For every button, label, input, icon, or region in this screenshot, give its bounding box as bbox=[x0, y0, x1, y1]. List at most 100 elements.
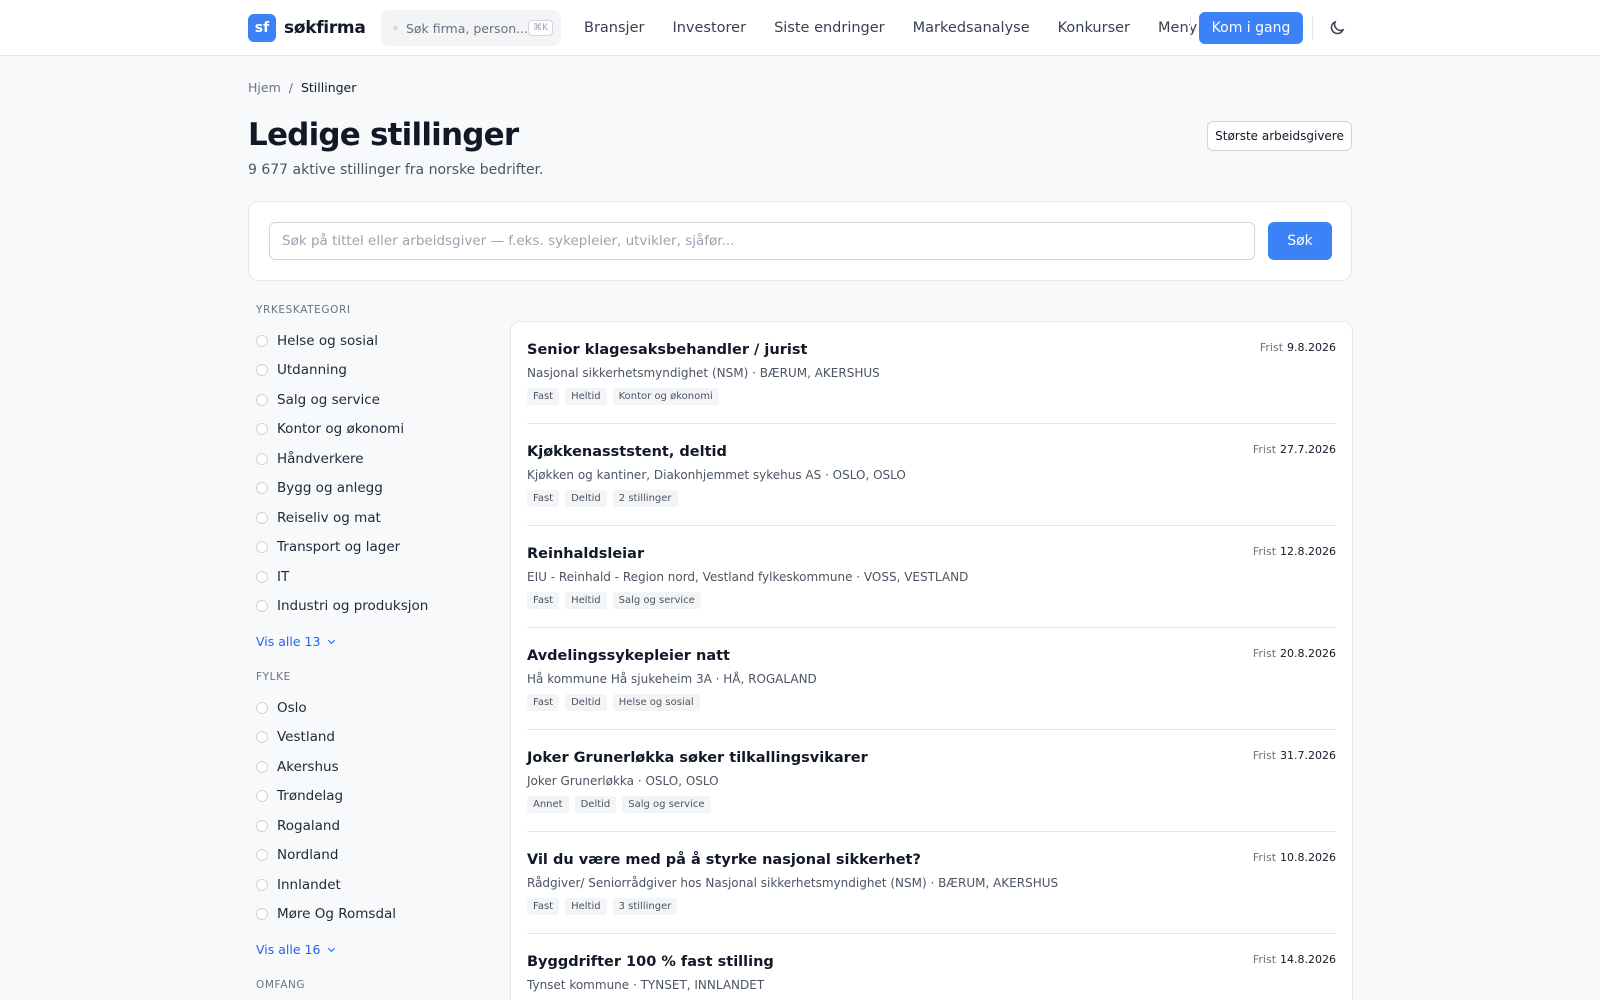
job-search-input[interactable] bbox=[269, 222, 1255, 260]
filter-group-category: Yrkeskategori Helse og sosial Utdanning Sa… bbox=[256, 304, 486, 651]
job-employer-location: Kjøkken og kantiner, Diakonhjemmet sykeh… bbox=[527, 468, 906, 482]
filter-option[interactable]: Akershus bbox=[256, 752, 486, 782]
deadline-date: 31.7.2026 bbox=[1280, 749, 1336, 762]
filter-option[interactable]: IT bbox=[256, 562, 486, 592]
show-all-counties-link[interactable]: Vis alle 16 bbox=[256, 939, 486, 959]
deadline-label: Frist bbox=[1252, 647, 1277, 660]
logo[interactable]: sf søkfirma bbox=[248, 14, 366, 42]
job-employer-location: Hå kommune Hå sjukeheim 3A · HÅ, ROGALAN… bbox=[527, 672, 817, 686]
job-employer-location: Nasjonal sikkerhetsmyndighet (NSM) · BÆR… bbox=[527, 366, 880, 380]
job-search-panel: Søk bbox=[248, 201, 1352, 281]
job-tag: 3 stillinger bbox=[612, 898, 678, 915]
nav-link-investorer[interactable]: Investorer bbox=[672, 20, 746, 36]
radio-button[interactable] bbox=[256, 452, 268, 465]
filter-option-label: Oslo bbox=[277, 699, 307, 716]
radio-button[interactable] bbox=[256, 600, 268, 613]
job-tag: Fast bbox=[527, 898, 560, 915]
filter-option[interactable]: Vestland bbox=[256, 723, 486, 753]
radio-button[interactable] bbox=[256, 790, 268, 803]
nav-link-bransjer[interactable]: Bransjer bbox=[584, 20, 644, 36]
keyboard-shortcut-badge: ⌘K bbox=[528, 20, 553, 36]
filter-option-label: Rogaland bbox=[277, 817, 341, 834]
radio-button[interactable] bbox=[256, 878, 268, 891]
filter-option[interactable]: Transport og lager bbox=[256, 533, 486, 563]
radio-button[interactable] bbox=[256, 849, 268, 862]
job-title[interactable]: Vil du være med på å styrke nasjonal sik… bbox=[527, 852, 921, 868]
breadcrumb: Hjem / Stillinger bbox=[248, 80, 356, 95]
filter-option[interactable]: Innlandet bbox=[256, 870, 486, 900]
filter-option-label: Akershus bbox=[277, 758, 339, 775]
chevron-down-icon bbox=[328, 947, 336, 952]
filter-option[interactable]: Kontor og økonomi bbox=[256, 415, 486, 445]
global-search-placeholder: Søk firma, person... bbox=[405, 20, 529, 36]
job-card[interactable]: Joker Grunerløkka søker tilkallingsvikar… bbox=[527, 730, 1336, 832]
logo-mark: sf bbox=[248, 14, 276, 42]
radio-button[interactable] bbox=[256, 511, 268, 524]
filter-option-label: Transport og lager bbox=[277, 539, 401, 556]
job-card[interactable]: Kjøkkenasststent, deltid Kjøkken og kanti… bbox=[527, 424, 1336, 526]
job-card[interactable]: Vil du være med på å styrke nasjonal sik… bbox=[527, 832, 1336, 934]
nav-link-siste-endringer[interactable]: Siste endringer bbox=[774, 20, 885, 36]
radio-button[interactable] bbox=[256, 701, 268, 714]
filter-option-label: Industri og produksjon bbox=[277, 598, 429, 615]
filter-option[interactable]: Håndverkere bbox=[256, 444, 486, 474]
job-title[interactable]: Reinhaldsleiar bbox=[527, 546, 644, 562]
filter-option-label: Innlandet bbox=[277, 876, 341, 893]
job-title[interactable]: Avdelingssykepleier natt bbox=[527, 648, 730, 664]
job-tag: Helse og sosial bbox=[612, 694, 700, 711]
job-deadline: Frist 20.8.2026 bbox=[1253, 647, 1336, 660]
filter-option[interactable]: Reiseliv og mat bbox=[256, 503, 486, 533]
breadcrumb-home[interactable]: Hjem bbox=[248, 80, 281, 95]
deadline-label: Frist bbox=[1259, 341, 1284, 354]
radio-button[interactable] bbox=[256, 393, 268, 406]
job-title[interactable]: Kjøkkenasststent, deltid bbox=[527, 444, 727, 460]
filter-option[interactable]: Helse og sosial bbox=[256, 326, 486, 356]
nav-link-markedsanalyse[interactable]: Markedsanalyse bbox=[913, 20, 1030, 36]
job-title[interactable]: Joker Grunerløkka søker tilkallingsvikar… bbox=[527, 750, 868, 766]
logo-text: søkfirma bbox=[284, 18, 366, 38]
top-employers-button[interactable]: Største arbeidsgivere bbox=[1207, 121, 1352, 151]
filter-option[interactable]: Oslo bbox=[256, 693, 486, 723]
job-employer-location: EIU - Reinhald - Region nord, Vestland f… bbox=[527, 570, 969, 584]
job-title[interactable]: Byggdrifter 100 % fast stilling bbox=[527, 954, 774, 970]
radio-button[interactable] bbox=[256, 570, 268, 583]
filter-option[interactable]: Salg og service bbox=[256, 385, 486, 415]
filter-option-label: Utdanning bbox=[277, 362, 348, 379]
filter-option[interactable]: Rogaland bbox=[256, 811, 486, 841]
job-deadline: Frist 10.8.2026 bbox=[1253, 851, 1336, 864]
moon-icon[interactable] bbox=[1328, 19, 1346, 37]
nav-link-konkurser[interactable]: Konkurser bbox=[1058, 20, 1130, 36]
radio-button[interactable] bbox=[256, 731, 268, 744]
job-card[interactable]: Avdelingssykepleier natt Hå kommune Hå sj… bbox=[527, 628, 1336, 730]
radio-button[interactable] bbox=[256, 364, 268, 377]
filter-option[interactable]: Bygg og anlegg bbox=[256, 474, 486, 504]
job-tag: Deltid bbox=[565, 694, 607, 711]
filter-option[interactable]: Utdanning bbox=[256, 356, 486, 386]
filter-option[interactable]: Industri og produksjon bbox=[256, 592, 486, 622]
job-card[interactable]: Byggdrifter 100 % fast stilling Tynset ko… bbox=[527, 934, 1336, 1000]
filter-option[interactable]: Trøndelag bbox=[256, 782, 486, 812]
filter-option-label: Håndverkere bbox=[277, 450, 364, 467]
radio-button[interactable] bbox=[256, 334, 268, 347]
show-all-categories-link[interactable]: Vis alle 13 bbox=[256, 631, 486, 651]
deadline-date: 9.8.2026 bbox=[1287, 341, 1336, 354]
filter-group-county: Fylke Oslo Vestland Akershus Trøndelag Rogal… bbox=[256, 671, 486, 959]
radio-button[interactable] bbox=[256, 541, 268, 554]
radio-button[interactable] bbox=[256, 908, 268, 921]
job-card[interactable]: Reinhaldsleiar EIU - Reinhald - Region no… bbox=[527, 526, 1336, 628]
filter-list: Oslo Vestland Akershus Trøndelag Rogaland Nor… bbox=[256, 693, 486, 929]
job-title[interactable]: Senior klagesaksbehandler / jurist bbox=[527, 342, 807, 358]
radio-button[interactable] bbox=[256, 482, 268, 495]
job-search-button[interactable]: Søk bbox=[1268, 222, 1332, 260]
job-tags: Fast Heltid 3 stillinger bbox=[527, 898, 678, 915]
job-tag: Salg og service bbox=[612, 592, 701, 609]
get-started-button[interactable]: Kom i gang bbox=[1199, 12, 1303, 44]
filter-option[interactable]: Nordland bbox=[256, 841, 486, 871]
radio-button[interactable] bbox=[256, 760, 268, 773]
global-search[interactable]: Søk firma, person... ⌘K bbox=[381, 10, 561, 46]
divider bbox=[1190, 16, 1191, 40]
job-card[interactable]: Senior klagesaksbehandler / jurist Nasjon… bbox=[527, 322, 1336, 424]
filter-option[interactable]: Møre Og Romsdal bbox=[256, 900, 486, 930]
radio-button[interactable] bbox=[256, 423, 268, 436]
radio-button[interactable] bbox=[256, 819, 268, 832]
